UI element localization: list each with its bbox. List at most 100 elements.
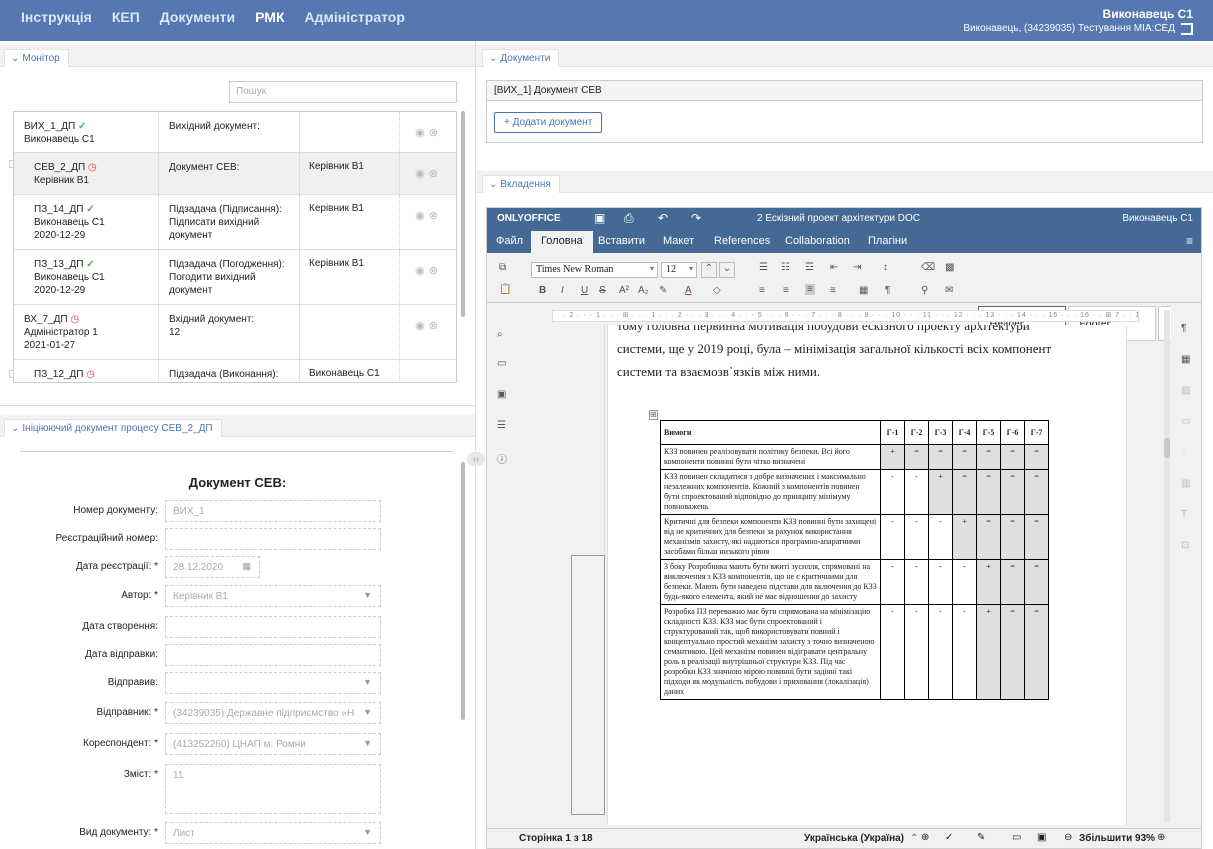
copy-style-icon[interactable]: ⚲ [921, 285, 928, 296]
editor-user[interactable]: Виконавець С1 [1122, 213, 1193, 224]
item-id[interactable]: ПЗ_12_ДП [34, 369, 83, 380]
font-shrink-icon[interactable]: ⌄ [719, 262, 735, 278]
paste-icon[interactable]: 📋 [499, 284, 511, 295]
calendar-icon[interactable]: ▦ [242, 561, 251, 572]
mail-merge-icon[interactable]: ✉ [945, 285, 953, 296]
tab-collaboration[interactable]: Collaboration [785, 235, 850, 247]
close-icon[interactable]: ⊗ [429, 127, 442, 139]
line-spacing-icon[interactable]: ↕ [883, 262, 888, 273]
redo-icon[interactable]: ↷ [691, 211, 701, 225]
tab-home[interactable]: Головна [531, 231, 593, 253]
align-justify-icon[interactable]: ≡ [805, 284, 815, 295]
page-counter[interactable]: Сторінка 1 з 18 [519, 833, 593, 844]
doc-kind-select[interactable]: Лист ▼ [165, 822, 381, 844]
image-settings-icon[interactable]: ▨ [1181, 385, 1190, 396]
created-date-input[interactable] [165, 616, 381, 638]
language-select[interactable]: Українська (Україна) [804, 833, 904, 844]
strikethrough-icon[interactable]: S [599, 285, 606, 296]
track-changes-icon[interactable]: ✎ [977, 832, 985, 843]
close-icon[interactable]: ⊗ [429, 320, 442, 332]
align-center-icon[interactable]: ≡ [783, 285, 789, 296]
eraser-icon[interactable]: ⌫ [921, 262, 935, 273]
nav-documents[interactable]: Документи [160, 9, 235, 25]
menu-icon[interactable]: ≡ [1186, 234, 1193, 248]
panel-splitter[interactable] [475, 41, 476, 849]
nav-kep[interactable]: КЕП [112, 9, 140, 25]
font-size-select[interactable]: 12 ▾ [661, 262, 697, 278]
globe-icon[interactable]: ⊕ [921, 832, 929, 843]
signature-settings-icon[interactable]: ⊡ [1181, 540, 1189, 551]
tab-insert[interactable]: Вставити [598, 235, 645, 247]
close-icon[interactable]: ⊗ [429, 265, 442, 277]
numbering-icon[interactable]: ☷ [781, 262, 790, 273]
user-name[interactable]: Виконавець С1 [963, 7, 1193, 21]
search-icon[interactable]: ⌕ [497, 329, 503, 340]
reg-date-input[interactable]: 28.12.2020 ▦ [165, 556, 260, 578]
print-icon[interactable]: ⎙ [624, 211, 634, 226]
tab-references[interactable]: References [714, 235, 770, 247]
reg-number-input[interactable] [165, 528, 381, 550]
italic-icon[interactable]: I [561, 285, 564, 296]
sender-select[interactable]: (34239035) Державне підприємство «Н ▼ [165, 702, 381, 724]
item-id[interactable]: ВИХ_1_ДП [24, 121, 75, 132]
eye-icon[interactable]: ◉ [415, 320, 429, 332]
copy-icon[interactable]: ⧉ [499, 262, 506, 273]
nav-admin[interactable]: Адміністратор [305, 9, 405, 25]
editor-scrollbar[interactable] [1164, 310, 1170, 822]
comments-icon[interactable]: ▭ [497, 358, 506, 369]
close-icon[interactable]: ⊗ [429, 210, 442, 222]
table-settings-icon[interactable]: ▦ [1181, 354, 1190, 365]
chat-icon[interactable]: ▣ [497, 389, 506, 400]
font-name-select[interactable]: Times New Roman ▾ [531, 262, 658, 278]
sent-date-input[interactable] [165, 644, 381, 666]
list-item[interactable]: ВИХ_1_ДП ✓ Виконавець С1 Вихідний докумен… [14, 112, 456, 153]
zoom-in-icon[interactable]: ⊕ [1157, 832, 1165, 843]
list-item[interactable]: СЕВ_2_ДП ◷ Керівник В1 Документ СЕВ: Кері… [14, 153, 456, 195]
eye-icon[interactable]: ◉ [415, 127, 429, 139]
item-id[interactable]: ПЗ_13_ДП [34, 259, 83, 270]
align-right-icon[interactable]: ≡ [830, 285, 836, 296]
close-icon[interactable]: ⊗ [429, 168, 442, 180]
shape-settings-icon[interactable]: ◌ [1181, 447, 1187, 458]
fit-width-icon[interactable]: ▣ [1037, 832, 1046, 843]
eye-icon[interactable]: ◉ [415, 265, 429, 277]
eye-icon[interactable]: ◉ [415, 210, 429, 222]
monitor-search-input[interactable]: Пошук [229, 81, 457, 103]
tab-file[interactable]: Файл [496, 235, 523, 247]
increase-indent-icon[interactable]: ⇥ [853, 262, 861, 273]
documents-tab[interactable]: Документи [482, 49, 560, 67]
list-item[interactable]: ПЗ_14_ДП ✓ Виконавець С1 2020-12-29 Підзад… [14, 195, 456, 250]
multilevel-icon[interactable]: ☲ [805, 262, 814, 273]
logout-icon[interactable] [1181, 23, 1193, 35]
item-id[interactable]: ВХ_7_ДП [24, 314, 68, 325]
list-item[interactable]: ПЗ_12_ДП ◷ Підзадача (Виконання): Викона… [14, 360, 456, 382]
highlight-icon[interactable]: ✎ [659, 285, 667, 296]
fit-page-icon[interactable]: ▭ [1012, 832, 1021, 843]
content-textarea[interactable]: 11 [165, 764, 381, 814]
textart-settings-icon[interactable]: T [1181, 509, 1187, 520]
superscript-icon[interactable]: A² [619, 285, 629, 296]
bold-icon[interactable]: B [539, 285, 546, 296]
subscript-icon[interactable]: A₂ [638, 285, 649, 296]
correspondent-select[interactable]: (413252260) ЦНАП м. Ромни ▼ [165, 733, 381, 755]
tab-plugins[interactable]: Плагіни [868, 235, 907, 247]
zoom-out-icon[interactable]: ⊖ [1064, 832, 1072, 843]
item-id[interactable]: СЕВ_2_ДП [34, 162, 85, 173]
color-scheme-icon[interactable]: ▩ [945, 262, 954, 273]
nav-instruction[interactable]: Інструкція [21, 9, 92, 25]
item-id[interactable]: ПЗ_14_ДП [34, 204, 83, 215]
paragraph-shading-icon[interactable]: ▦ [859, 285, 868, 296]
save-icon[interactable]: ▣ [594, 211, 605, 225]
font-grow-icon[interactable]: ⌃ [701, 262, 717, 278]
font-color-icon[interactable]: A [685, 285, 692, 296]
document-item[interactable]: [ВИХ_1] Документ СЕВ [487, 81, 1202, 101]
header-footer-icon[interactable]: ▭ [1181, 416, 1190, 427]
clear-style-icon[interactable]: ◇ [713, 285, 721, 296]
list-item[interactable]: ПЗ_13_ДП ✓ Виконавець С1 2020-12-29 Підзад… [14, 250, 456, 305]
nonprinting-chars-icon[interactable]: ¶ [885, 285, 890, 296]
monitor-tab[interactable]: Монітор [4, 49, 69, 67]
navigation-icon[interactable]: ☰ [497, 420, 506, 431]
document-page[interactable]: тому головна первинна мотивація побудови… [607, 325, 1127, 825]
underline-icon[interactable]: U [581, 285, 588, 296]
author-select[interactable]: Керівник В1 ▼ [165, 585, 381, 607]
